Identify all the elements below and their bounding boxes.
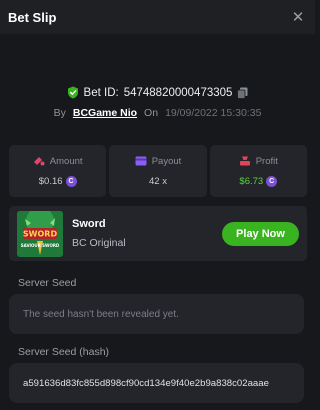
stat-profit-value: $6.73 bbox=[239, 175, 264, 187]
game-card: SWORD SAVIOUR SWORD Sword BC Original Pl… bbox=[9, 206, 307, 261]
payout-icon bbox=[135, 156, 147, 166]
server-seed-hash-value[interactable]: a591636d83fc855d898cf90cd134e9f40e2b9a83… bbox=[23, 378, 269, 389]
stat-payout-value: 42 x bbox=[149, 175, 167, 187]
stat-amount-label-row: Amount bbox=[33, 156, 83, 167]
bet-date: 19/09/2022 15:30:35 bbox=[165, 107, 262, 119]
stat-profit-value-row: $6.73 C bbox=[239, 175, 278, 187]
bet-slip-title: Bet Slip bbox=[8, 9, 57, 25]
game-provider: BC Original bbox=[72, 237, 126, 249]
thumb-title: SWORD bbox=[23, 229, 58, 238]
copy-icon[interactable] bbox=[237, 87, 248, 99]
close-icon[interactable]: ✕ bbox=[289, 8, 307, 26]
stat-profit: Profit $6.73 C bbox=[209, 145, 307, 197]
stat-payout-label: Payout bbox=[151, 155, 182, 167]
stat-amount-label: Amount bbox=[49, 155, 83, 167]
server-seed-value: The seed hasn't been revealed yet. bbox=[23, 308, 179, 320]
server-seed-field: The seed hasn't been revealed yet. bbox=[9, 294, 304, 334]
stat-payout-label-row: Payout bbox=[135, 155, 182, 167]
game-info: Sword BC Original bbox=[72, 218, 126, 249]
stat-payout-value-row: 42 x bbox=[149, 176, 167, 187]
coin-icon: C bbox=[65, 175, 77, 187]
bet-slip-header: Bet Slip ✕ bbox=[0, 0, 315, 34]
stat-profit-label-row: Profit bbox=[239, 156, 278, 167]
bet-id-value: 54748820000473305 bbox=[123, 86, 233, 99]
thumb-subtitle: SAVIOUR SWORD bbox=[21, 243, 60, 248]
server-seed-label: Server Seed bbox=[18, 277, 77, 289]
stat-payout: Payout 42 x bbox=[109, 145, 207, 197]
bet-id-row: Bet ID: 54748820000473305 bbox=[0, 86, 315, 99]
game-thumbnail[interactable]: SWORD SAVIOUR SWORD bbox=[17, 210, 63, 257]
by-label: By bbox=[53, 107, 66, 119]
bet-id-label: Bet ID: bbox=[83, 86, 119, 99]
verified-shield-icon bbox=[67, 86, 78, 99]
server-seed-hash-label: Server Seed (hash) bbox=[18, 346, 110, 358]
bet-stats: Amount $0.16 C Payout 42 x Profit $6.73 … bbox=[9, 145, 307, 197]
stat-profit-label: Profit bbox=[255, 155, 278, 167]
coin-icon: C bbox=[266, 175, 278, 187]
amount-icon bbox=[33, 157, 45, 166]
bet-by-row: By BCGame Nio On 19/09/2022 15:30:35 bbox=[0, 107, 315, 119]
stat-amount-value: $0.16 bbox=[38, 175, 63, 187]
sword-game-art: SWORD SAVIOUR SWORD bbox=[17, 210, 63, 257]
play-now-button[interactable]: Play Now bbox=[222, 221, 299, 246]
game-name: Sword bbox=[72, 218, 106, 230]
server-seed-hash-field[interactable]: a591636d83fc855d898cf90cd134e9f40e2b9a83… bbox=[9, 363, 304, 403]
profit-icon bbox=[239, 156, 250, 166]
stat-amount-value-row: $0.16 C bbox=[38, 175, 77, 187]
stat-amount: Amount $0.16 C bbox=[9, 145, 107, 197]
username-link[interactable]: BCGame Nio bbox=[73, 107, 137, 119]
on-label: On bbox=[144, 107, 159, 119]
